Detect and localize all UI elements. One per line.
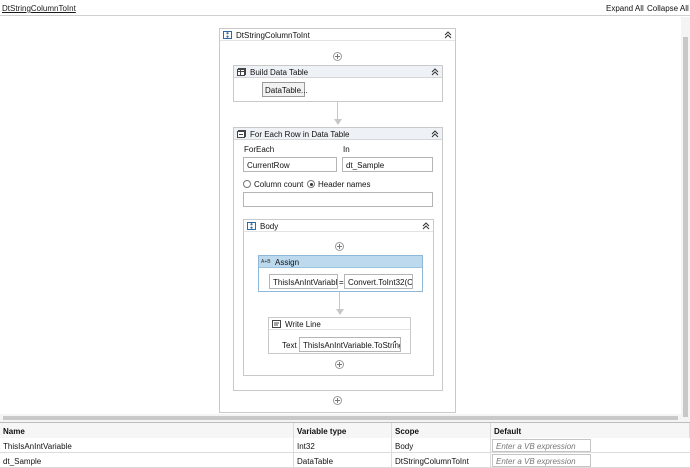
variable-type-cell[interactable]: Int32 xyxy=(294,438,392,453)
text-label: Text xyxy=(282,341,297,350)
equals-sign: = xyxy=(339,278,344,287)
column-header-scope[interactable]: Scope xyxy=(392,423,491,438)
designer-toolbar: DtStringColumnToInt Expand All Collapse … xyxy=(0,0,690,16)
horizontal-scroll-thumb[interactable] xyxy=(3,416,678,420)
variable-default-input[interactable]: Enter a VB expression xyxy=(492,454,591,467)
in-input[interactable]: dt_Sample xyxy=(342,157,433,172)
write-line-header: Write Line xyxy=(269,318,410,330)
variable-scope-cell[interactable]: Body xyxy=(392,438,491,453)
sequence-activity[interactable]: DtStringColumnToInt Build Data Table Dat… xyxy=(219,28,456,413)
connector-arrow xyxy=(336,309,344,315)
header-names-input[interactable] xyxy=(243,192,433,207)
add-activity-icon[interactable] xyxy=(333,396,342,405)
sequence-title: DtStringColumnToInt xyxy=(236,31,310,40)
header-names-radio[interactable] xyxy=(307,180,315,188)
designer-canvas: DtStringColumnToInt Build Data Table Dat… xyxy=(0,17,690,422)
breadcrumb[interactable]: DtStringColumnToInt xyxy=(2,4,76,13)
collapse-icon[interactable] xyxy=(431,68,439,76)
collapse-all-button[interactable]: Collapse All xyxy=(647,4,689,13)
variables-panel: Name Variable type Scope Default ThisIsA… xyxy=(0,422,690,468)
foreach-label: ForEach xyxy=(244,145,275,154)
build-data-table-title: Build Data Table xyxy=(250,68,309,77)
sequence-icon xyxy=(247,222,256,230)
add-activity-icon[interactable] xyxy=(333,52,342,61)
build-data-table-activity[interactable]: Build Data Table DataTable... xyxy=(233,65,443,102)
build-data-table-header: Build Data Table xyxy=(234,66,442,78)
body-activity[interactable]: Body A+B Assign ThisIsAnIntVariable = Co… xyxy=(243,219,434,376)
collapse-icon[interactable] xyxy=(444,31,452,39)
write-line-text-value: ThisIsAnIntVariable.ToString xyxy=(303,341,401,350)
ellipsis-icon[interactable]: • xyxy=(394,340,396,346)
assign-header: A+B Assign xyxy=(259,256,422,268)
datatable-button[interactable]: DataTable... xyxy=(262,82,308,97)
variable-name-cell[interactable]: dt_Sample xyxy=(0,453,294,468)
connector-arrow xyxy=(334,119,342,125)
column-count-radio[interactable] xyxy=(243,180,251,188)
variable-name-cell[interactable]: ThisIsAnIntVariable xyxy=(0,438,294,453)
table-row[interactable]: ThisIsAnIntVariable Int32 Body Enter a V… xyxy=(0,438,690,453)
variable-scope-cell[interactable]: DtStringColumnToInt xyxy=(392,453,491,468)
collapse-icon[interactable] xyxy=(431,130,439,138)
body-title: Body xyxy=(260,222,279,231)
column-count-label[interactable]: Column count xyxy=(254,180,303,189)
for-each-row-header: For Each Row in Data Table xyxy=(234,128,442,140)
expand-all-button[interactable]: Expand All xyxy=(606,4,644,13)
variable-default-input[interactable]: Enter a VB expression xyxy=(492,439,591,452)
assign-title: Assign xyxy=(275,258,300,267)
sequence-icon xyxy=(223,31,232,39)
variable-type-cell[interactable]: DataTable xyxy=(294,453,392,468)
data-table-icon xyxy=(237,68,246,76)
for-each-row-activity[interactable]: For Each Row in Data Table ForEach In Cu… xyxy=(233,127,443,391)
write-line-icon xyxy=(272,320,281,328)
add-activity-icon[interactable] xyxy=(335,360,344,369)
sequence-header: DtStringColumnToInt xyxy=(220,29,455,41)
write-line-text-input[interactable]: ThisIsAnIntVariable.ToString xyxy=(299,337,401,352)
column-header-name[interactable]: Name xyxy=(0,423,294,438)
body-header: Body xyxy=(244,220,433,232)
table-row[interactable]: dt_Sample DataTable DtStringColumnToInt … xyxy=(0,453,690,468)
vertical-scrollbar[interactable] xyxy=(681,17,690,422)
for-each-row-title: For Each Row in Data Table xyxy=(250,130,350,139)
assign-to-input[interactable]: ThisIsAnIntVariable xyxy=(269,274,338,289)
write-line-title: Write Line xyxy=(285,320,321,329)
foreach-input[interactable]: CurrentRow xyxy=(243,157,337,172)
variables-header-row: Name Variable type Scope Default xyxy=(0,423,690,438)
header-names-label[interactable]: Header names xyxy=(318,180,370,189)
vertical-scroll-thumb[interactable] xyxy=(683,37,688,417)
assign-activity[interactable]: A+B Assign ThisIsAnIntVariable = Convert… xyxy=(258,255,423,292)
in-label: In xyxy=(343,145,350,154)
column-header-variable-type[interactable]: Variable type xyxy=(294,423,392,438)
for-each-icon xyxy=(237,130,246,138)
collapse-icon[interactable] xyxy=(422,222,430,230)
assign-value-input[interactable]: Convert.ToInt32(Cu xyxy=(344,274,413,289)
horizontal-scrollbar[interactable] xyxy=(0,414,681,422)
assign-icon: A+B xyxy=(261,259,271,265)
column-header-default[interactable]: Default xyxy=(491,423,690,438)
write-line-activity[interactable]: Write Line Text ThisIsAnIntVariable.ToSt… xyxy=(268,317,411,354)
add-activity-icon[interactable] xyxy=(335,242,344,251)
